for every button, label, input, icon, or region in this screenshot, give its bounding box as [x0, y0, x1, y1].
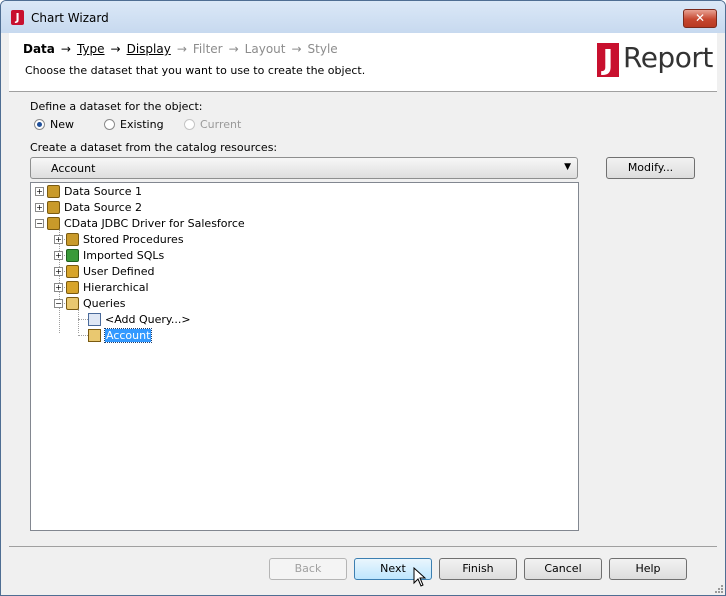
- step-arrow-icon: →: [291, 42, 302, 56]
- tree-item-label: CData JDBC Driver for Salesforce: [64, 216, 245, 230]
- database-icon: [47, 200, 60, 214]
- tree-item-label: Account: [103, 327, 153, 343]
- title-bar[interactable]: J Chart Wizard ✕: [1, 1, 725, 33]
- user-defined-icon: [66, 264, 79, 278]
- back-button[interactable]: Back: [269, 558, 347, 580]
- step-style: Style: [307, 42, 338, 56]
- tree-item-imported-sqls[interactable]: + Imported SQLs: [54, 247, 164, 263]
- step-arrow-icon: →: [110, 42, 121, 56]
- collapse-icon[interactable]: −: [35, 218, 44, 228]
- catalog-tree[interactable]: + Data Source 1 + Data Source 2 − CData …: [30, 182, 579, 531]
- expand-icon[interactable]: +: [54, 250, 63, 260]
- radio-current-label: Current: [200, 118, 242, 131]
- radio-existing[interactable]: Existing: [104, 118, 164, 131]
- cancel-button[interactable]: Cancel: [524, 558, 602, 580]
- wizard-steps: Data → Type → Display → Filter → Layout → Style: [23, 42, 338, 56]
- radio-current-indicator: [184, 119, 195, 130]
- tree-item-hierarchical[interactable]: + Hierarchical: [54, 279, 149, 295]
- radio-new-indicator: [34, 119, 45, 130]
- logo-text: Report: [623, 41, 713, 74]
- imported-sql-icon: [66, 248, 79, 262]
- header-separator: [9, 91, 717, 92]
- window-title: Chart Wizard: [31, 11, 109, 25]
- radio-existing-indicator: [104, 119, 115, 130]
- tree-item-add-query[interactable]: <Add Query...>: [88, 311, 191, 327]
- catalog-dataset-value: Account: [51, 162, 96, 175]
- step-data: Data: [23, 42, 55, 56]
- add-query-icon: [88, 312, 101, 326]
- step-arrow-icon: →: [176, 42, 187, 56]
- radio-existing-label: Existing: [120, 118, 164, 131]
- tree-item-label: <Add Query...>: [105, 312, 191, 326]
- help-button[interactable]: Help: [609, 558, 687, 580]
- tree-item-data-source-1[interactable]: + Data Source 1: [35, 183, 142, 199]
- modify-button[interactable]: Modify...: [606, 157, 695, 179]
- wizard-subtitle: Choose the dataset that you want to use …: [25, 64, 366, 77]
- close-button[interactable]: ✕: [683, 9, 717, 28]
- step-layout: Layout: [244, 42, 286, 56]
- tree-connector: [78, 319, 88, 320]
- jreport-logo: J Report: [597, 41, 713, 81]
- hierarchical-icon: [66, 280, 79, 294]
- expand-icon[interactable]: +: [35, 186, 44, 196]
- tree-item-stored-procedures[interactable]: + Stored Procedures: [54, 231, 184, 247]
- finish-button[interactable]: Finish: [439, 558, 517, 580]
- step-arrow-icon: →: [228, 42, 239, 56]
- database-icon: [47, 184, 60, 198]
- define-dataset-label: Define a dataset for the object:: [30, 100, 203, 113]
- tree-item-cdata-jdbc-driver[interactable]: − CData JDBC Driver for Salesforce: [35, 215, 245, 231]
- step-arrow-icon: →: [60, 42, 71, 56]
- collapse-icon[interactable]: −: [54, 298, 63, 308]
- resize-grip-icon[interactable]: [713, 583, 723, 593]
- wizard-header: Data → Type → Display → Filter → Layout → Style Ch…: [9, 33, 717, 91]
- catalog-dataset-select[interactable]: Account ▼: [30, 157, 578, 179]
- footer-separator: [9, 546, 717, 547]
- database-icon: [47, 216, 60, 230]
- expand-icon[interactable]: +: [54, 266, 63, 276]
- expand-icon[interactable]: +: [54, 282, 63, 292]
- mouse-cursor-icon: [413, 567, 427, 587]
- tree-item-queries[interactable]: − Queries: [54, 295, 125, 311]
- tree-item-label: Hierarchical: [83, 280, 149, 294]
- radio-current: Current: [184, 118, 241, 131]
- queries-folder-icon: [66, 296, 79, 310]
- chart-wizard-window: J Chart Wizard ✕ Data → Type → Display → Filte…: [0, 0, 726, 596]
- tree-item-data-source-2[interactable]: + Data Source 2: [35, 199, 142, 215]
- tree-item-label: Stored Procedures: [83, 232, 184, 246]
- tree-item-user-defined[interactable]: + User Defined: [54, 263, 154, 279]
- tree-item-account[interactable]: Account: [88, 327, 153, 343]
- tree-item-label: User Defined: [83, 264, 155, 278]
- step-filter: Filter: [192, 42, 223, 56]
- jreport-app-icon: J: [11, 10, 24, 25]
- tree-connector: [78, 335, 88, 336]
- tree-item-label: Queries: [83, 296, 126, 310]
- radio-new-label: New: [50, 118, 74, 131]
- tree-item-label: Data Source 2: [64, 200, 143, 214]
- step-display-link[interactable]: Display: [127, 42, 171, 56]
- tree-item-label: Data Source 1: [64, 184, 143, 198]
- catalog-label: Create a dataset from the catalog resour…: [30, 141, 278, 154]
- tree-item-label: Imported SQLs: [83, 248, 165, 262]
- tree-connector: [78, 309, 79, 333]
- close-icon: ✕: [694, 11, 706, 25]
- step-type-link[interactable]: Type: [77, 42, 105, 56]
- logo-mark: J: [597, 43, 619, 77]
- expand-icon[interactable]: +: [54, 234, 63, 244]
- radio-new[interactable]: New: [34, 118, 74, 131]
- expand-icon[interactable]: +: [35, 202, 44, 212]
- stored-procedure-icon: [66, 232, 79, 246]
- query-icon: [88, 328, 101, 342]
- dropdown-arrow-icon: ▼: [564, 162, 571, 172]
